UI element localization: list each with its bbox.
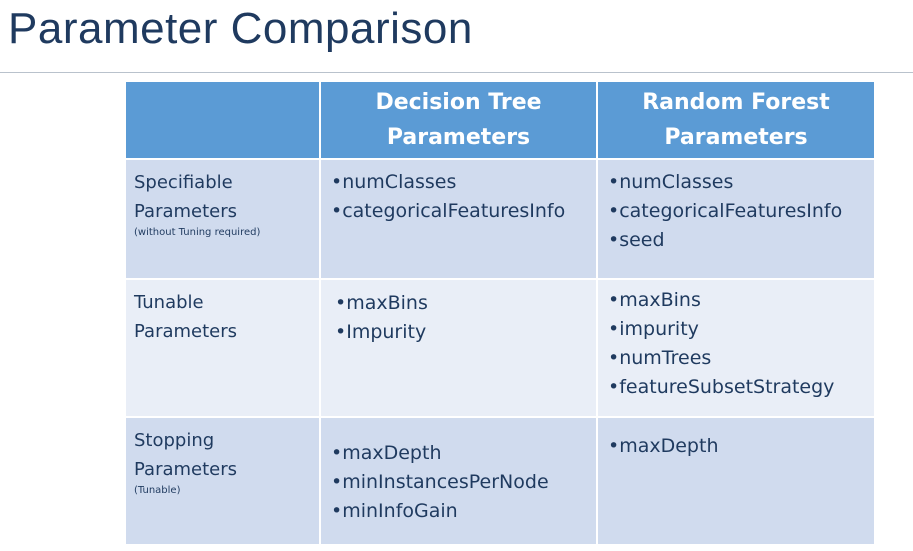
page-title: Parameter Comparison: [8, 4, 473, 53]
list-item: Impurity: [335, 318, 596, 347]
list-item: impurity: [608, 315, 874, 344]
row-label-line: Parameters: [134, 321, 238, 342]
row-label-line: Specifiable: [134, 172, 233, 193]
title-divider: [0, 72, 913, 73]
list-item: minInstancesPerNode: [331, 468, 596, 497]
list-item: maxBins: [608, 286, 874, 315]
table-row: Specifiable Parameters (without Tuning r…: [124, 158, 876, 280]
parameter-list: numClasses categoricalFeaturesInfo seed: [598, 160, 874, 255]
table-row: Stopping Parameters (Tunable) maxDepth m…: [124, 416, 876, 546]
random-forest-cell: maxDepth: [596, 416, 876, 546]
list-item: categoricalFeaturesInfo: [608, 197, 874, 226]
list-item: numClasses: [608, 168, 874, 197]
header-line: Parameters: [386, 125, 531, 150]
row-label-cell: Specifiable Parameters (without Tuning r…: [124, 158, 321, 280]
decision-tree-cell: maxBins Impurity: [319, 278, 598, 418]
table-row: Tunable Parameters maxBins Impurity maxB…: [124, 278, 876, 418]
row-label-note: (Tunable): [134, 485, 181, 496]
header-decision-tree: Decision Tree Parameters: [319, 80, 598, 160]
parameter-list: maxDepth: [598, 418, 874, 461]
parameter-list: numClasses categoricalFeaturesInfo: [321, 160, 596, 226]
parameter-list: maxBins impurity numTrees featureSubsetS…: [598, 280, 874, 402]
random-forest-cell: numClasses categoricalFeaturesInfo seed: [596, 158, 876, 280]
header-empty-cell: [124, 80, 321, 160]
parameter-list: maxBins Impurity: [321, 280, 596, 347]
list-item: maxBins: [335, 289, 596, 318]
table-header-row: Decision Tree Parameters Random Forest P…: [124, 80, 876, 160]
list-item: numClasses: [331, 168, 596, 197]
row-label-line: Parameters: [134, 201, 238, 222]
row-label-line: Parameters: [134, 459, 238, 480]
row-label-cell: Tunable Parameters: [124, 278, 321, 418]
row-label-line: Stopping: [134, 430, 215, 451]
list-item: categoricalFeaturesInfo: [331, 197, 596, 226]
header-random-forest: Random Forest Parameters: [596, 80, 876, 160]
decision-tree-cell: maxDepth minInstancesPerNode minInfoGain: [319, 416, 598, 546]
header-line: Random Forest: [642, 90, 830, 115]
decision-tree-cell: numClasses categoricalFeaturesInfo: [319, 158, 598, 280]
list-item: seed: [608, 226, 874, 255]
row-label: Stopping Parameters (Tunable): [126, 418, 319, 497]
list-item: numTrees: [608, 344, 874, 373]
list-item: maxDepth: [331, 439, 596, 468]
header-line: Decision Tree: [375, 90, 542, 115]
list-item: minInfoGain: [331, 497, 596, 526]
parameter-list: maxDepth minInstancesPerNode minInfoGain: [321, 418, 596, 526]
list-item: featureSubsetStrategy: [608, 373, 874, 402]
random-forest-cell: maxBins impurity numTrees featureSubsetS…: [596, 278, 876, 418]
row-label: Tunable Parameters: [126, 280, 319, 346]
list-item: maxDepth: [608, 432, 874, 461]
row-label-line: Tunable: [134, 292, 204, 313]
parameter-comparison-table: Decision Tree Parameters Random Forest P…: [124, 80, 876, 546]
row-label: Specifiable Parameters (without Tuning r…: [126, 160, 319, 239]
row-label-cell: Stopping Parameters (Tunable): [124, 416, 321, 546]
row-label-note: (without Tuning required): [134, 227, 261, 238]
header-line: Parameters: [664, 125, 808, 150]
